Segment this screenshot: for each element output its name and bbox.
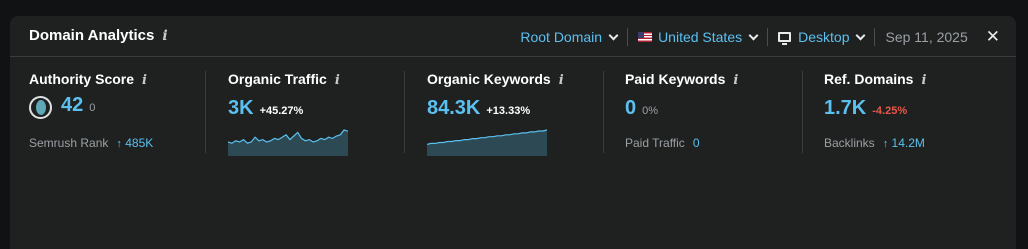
paid-keywords-value[interactable]: 0 (625, 97, 636, 120)
metric-value-row: 42 0 (29, 92, 199, 119)
authority-score-delta: 0 (89, 102, 96, 114)
header-controls: Root Domain United States Desktop Sep 11… (520, 27, 1000, 47)
metric-label-text: Organic Keywords (427, 71, 551, 87)
authority-score-icon (29, 96, 52, 119)
panel-header: Domain Analytics i Root Domain United Sta… (10, 16, 1016, 57)
root-domain-dropdown[interactable]: Root Domain (520, 29, 619, 45)
metric-label-text: Authority Score (29, 71, 135, 87)
device-dropdown[interactable]: Desktop (778, 29, 866, 45)
metric-label: Paid Keywords i (625, 71, 795, 88)
chevron-down-icon (856, 30, 866, 40)
divider (767, 28, 769, 46)
metric-label-text: Paid Keywords (625, 71, 726, 87)
divider (404, 71, 405, 153)
paid-traffic-value[interactable]: 0 (693, 136, 700, 150)
divider (205, 71, 206, 153)
chevron-down-icon (608, 30, 619, 40)
metric-label: Authority Score i (29, 71, 199, 88)
divider (874, 28, 876, 46)
backlinks-label: Backlinks (824, 136, 875, 150)
backlinks-number: 14.2M (891, 136, 925, 150)
semrush-rank-number: 485K (125, 136, 154, 150)
ref-domains-delta: -4.25% (872, 105, 908, 117)
paid-traffic: Paid Traffic 0 (625, 136, 700, 150)
date-label: Sep 11, 2025 (885, 29, 968, 45)
close-icon[interactable]: ✕ (986, 27, 1000, 47)
paid-keywords-delta: 0% (642, 105, 659, 117)
metric-label-text: Ref. Domains (824, 71, 914, 87)
metric-label: Organic Traffic i (228, 71, 398, 88)
info-icon[interactable]: i (921, 73, 926, 88)
panel-title: Domain Analytics i (29, 27, 168, 44)
metric-label: Organic Keywords i (427, 71, 597, 88)
metric-value-row: 3K +45.27% (228, 97, 398, 120)
info-icon[interactable]: i (142, 73, 147, 88)
semrush-rank-value[interactable]: ↑ 485K (116, 136, 153, 150)
info-icon[interactable]: i (559, 73, 564, 88)
divider (627, 28, 629, 46)
panel-title-text: Domain Analytics (29, 27, 155, 44)
country-dropdown[interactable]: United States (638, 29, 759, 45)
semrush-rank: Semrush Rank ↑ 485K (29, 136, 153, 150)
chevron-down-icon (748, 30, 759, 40)
device-label: Desktop (798, 29, 850, 45)
metric-label-text: Organic Traffic (228, 71, 327, 87)
sparkline-area (228, 130, 348, 156)
authority-score-value[interactable]: 42 (61, 94, 83, 117)
metrics-row: Authority Score i 42 0 Semrush Rank ↑ 485K… (10, 57, 1016, 167)
sparkline-area (427, 130, 547, 156)
arrow-up-icon: ↑ (116, 138, 122, 150)
backlinks-value[interactable]: ↑ 14.2M (883, 136, 925, 150)
us-flag-icon (638, 32, 653, 42)
metric-organic-traffic: Organic Traffic i 3K +45.27% (228, 71, 398, 156)
country-label: United States (658, 29, 743, 45)
arrow-up-icon: ↑ (882, 138, 889, 150)
metric-value-row: 1.7K -4.25% (824, 97, 1004, 120)
metric-ref-domains: Ref. Domains i 1.7K -4.25% Backlinks ↑ 14.… (824, 71, 1004, 153)
monitor-icon (778, 32, 792, 45)
organic-traffic-value[interactable]: 3K (228, 97, 254, 120)
info-icon[interactable]: i (162, 28, 167, 44)
divider (603, 71, 604, 153)
domain-analytics-panel: Domain Analytics i Root Domain United Sta… (10, 16, 1016, 249)
organic-keywords-value[interactable]: 84.3K (427, 97, 480, 120)
info-icon[interactable]: i (733, 73, 738, 88)
organic-traffic-delta: +45.27% (259, 105, 304, 117)
metric-organic-keywords: Organic Keywords i 84.3K +13.33% (427, 71, 597, 156)
metric-value-row: 84.3K +13.33% (427, 97, 597, 120)
metric-value-row: 0 0% (625, 97, 795, 120)
backlinks: Backlinks ↑ 14.2M (824, 136, 925, 150)
organic-keywords-delta: +13.33% (486, 105, 531, 117)
paid-traffic-label: Paid Traffic (625, 136, 685, 150)
divider (802, 71, 803, 153)
root-domain-label: Root Domain (520, 29, 603, 45)
metric-paid-keywords: Paid Keywords i 0 0% Paid Traffic 0 (625, 71, 795, 153)
metric-authority-score: Authority Score i 42 0 Semrush Rank ↑ 485K (29, 71, 199, 153)
metric-label: Ref. Domains i (824, 71, 1004, 88)
ref-domains-value[interactable]: 1.7K (824, 97, 866, 120)
info-icon[interactable]: i (335, 73, 340, 88)
organic-keywords-sparkline (427, 129, 547, 156)
organic-traffic-sparkline (228, 129, 348, 156)
semrush-rank-label: Semrush Rank (29, 136, 109, 150)
